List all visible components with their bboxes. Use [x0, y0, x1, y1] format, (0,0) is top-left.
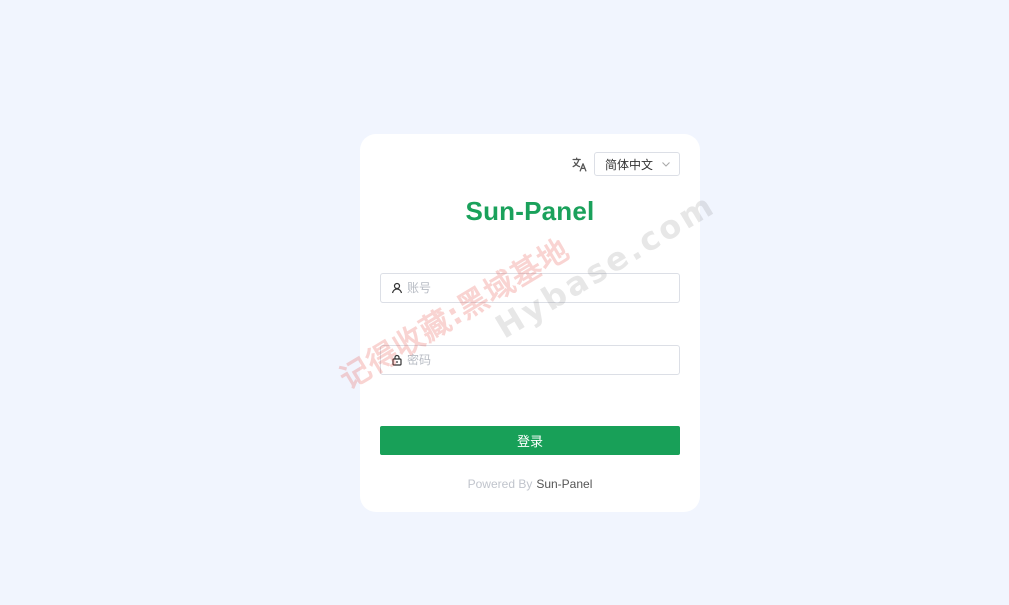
powered-by-link[interactable]: Sun-Panel	[536, 477, 592, 491]
lock-icon	[391, 354, 403, 366]
username-input[interactable]	[407, 281, 669, 295]
username-field[interactable]	[380, 273, 680, 303]
login-button[interactable]: 登录	[380, 426, 680, 455]
login-page: 简体中文 Sun-Panel 账号 登录 Powered By Sun-Pane…	[0, 0, 1009, 605]
language-select[interactable]: 简体中文	[594, 152, 680, 176]
language-select-value: 简体中文	[605, 157, 654, 172]
chevron-down-icon	[661, 159, 671, 169]
user-icon	[391, 282, 403, 294]
translate-icon	[570, 155, 588, 173]
language-switcher: 简体中文	[570, 152, 680, 176]
powered-by: Powered By Sun-Panel	[360, 477, 700, 491]
password-input[interactable]	[407, 353, 669, 367]
password-field[interactable]	[380, 345, 680, 375]
powered-by-label: Powered By	[467, 477, 533, 491]
login-card: 简体中文 Sun-Panel 账号 登录 Powered By Sun-Pane…	[360, 134, 700, 512]
brand-title: Sun-Panel	[465, 196, 595, 226]
